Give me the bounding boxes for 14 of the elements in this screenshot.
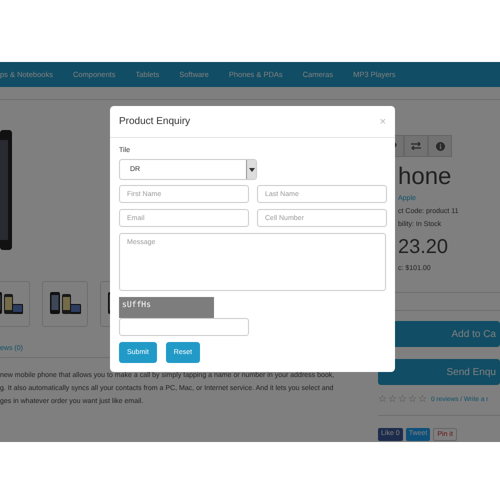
info-icon [436, 142, 444, 150]
caret-icon [248, 168, 254, 172]
rating-stars: ☆☆☆☆☆ [378, 393, 427, 405]
thumbnail[interactable] [42, 281, 88, 327]
price: 23.20 [397, 236, 450, 259]
compare-icon [411, 142, 421, 150]
compare-button[interactable] [404, 135, 428, 157]
product-title: hone [397, 163, 452, 191]
captcha-field[interactable] [119, 318, 249, 336]
captcha-image: sUffHs [119, 297, 214, 318]
close-button[interactable]: × [380, 116, 386, 128]
send-enquiry-button[interactable]: Send Enqu [378, 359, 500, 385]
info-button[interactable] [428, 135, 452, 157]
dialog-title: Product Enquiry [119, 116, 190, 127]
